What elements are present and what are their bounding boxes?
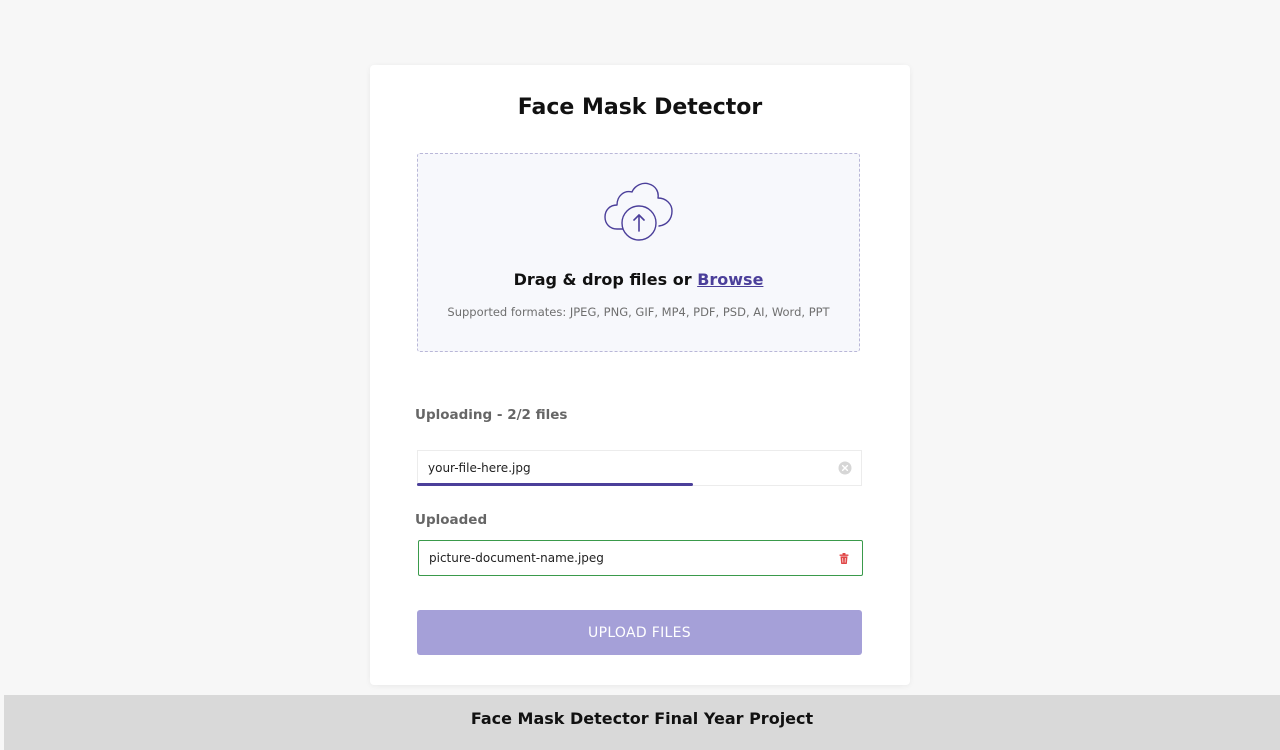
uploaded-file-name: picture-document-name.jpeg	[429, 551, 604, 565]
cloud-upload-icon	[604, 182, 673, 241]
uploading-file-row: your-file-here.jpg	[417, 450, 862, 486]
dropzone-prompt: Drag & drop files or Browse	[418, 270, 859, 289]
dropzone[interactable]: Drag & drop files or Browse Supported fo…	[417, 153, 860, 352]
upload-progress-fill	[417, 483, 693, 486]
page-title: Face Mask Detector	[517, 95, 763, 120]
uploading-file-name: your-file-here.jpg	[428, 461, 531, 475]
upload-progress-bar	[417, 483, 862, 486]
trash-icon[interactable]	[839, 553, 849, 564]
uploaded-file-row: picture-document-name.jpeg	[418, 540, 863, 576]
footer: Face Mask Detector Final Year Project	[4, 695, 1280, 750]
browse-link[interactable]: Browse	[697, 270, 763, 289]
close-circle-icon[interactable]	[838, 461, 852, 475]
upload-card: Face Mask Detector Drag & drop files or …	[370, 65, 910, 685]
uploaded-section-label: Uploaded	[415, 512, 488, 528]
dropzone-prompt-text: Drag & drop files or	[513, 270, 692, 289]
upload-files-button[interactable]: UPLOAD FILES	[417, 610, 862, 655]
supported-formats-text: Supported formates: JPEG, PNG, GIF, MP4,…	[447, 305, 830, 319]
uploading-status-label: Uploading - 2/2 files	[415, 407, 568, 423]
footer-text: Face Mask Detector Final Year Project	[470, 709, 814, 728]
